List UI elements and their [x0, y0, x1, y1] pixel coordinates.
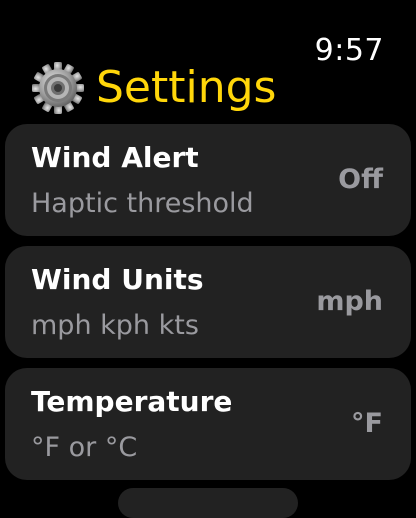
setting-title: Temperature [31, 385, 233, 418]
page-title: Settings [96, 62, 277, 113]
setting-title: Wind Units [31, 263, 204, 296]
setting-subtitle: °F or °C [31, 432, 138, 463]
gear-icon [32, 62, 84, 114]
setting-subtitle: Haptic threshold [31, 188, 254, 219]
setting-subtitle: mph kph kts [31, 310, 199, 341]
status-time: 9:57 [314, 33, 384, 68]
setting-value: °F [351, 408, 383, 439]
setting-value: Off [338, 164, 383, 195]
setting-row-temperature[interactable]: Temperature °F or °C °F [5, 368, 411, 480]
setting-title: Wind Alert [31, 141, 199, 174]
next-row-peek[interactable] [118, 488, 298, 518]
setting-value: mph [316, 286, 383, 317]
page-header: Settings [30, 58, 276, 118]
setting-row-wind-alert[interactable]: Wind Alert Haptic threshold Off [5, 124, 411, 236]
setting-row-wind-units[interactable]: Wind Units mph kph kts mph [5, 246, 411, 358]
settings-list: Wind Alert Haptic threshold Off Wind Uni… [5, 124, 411, 490]
